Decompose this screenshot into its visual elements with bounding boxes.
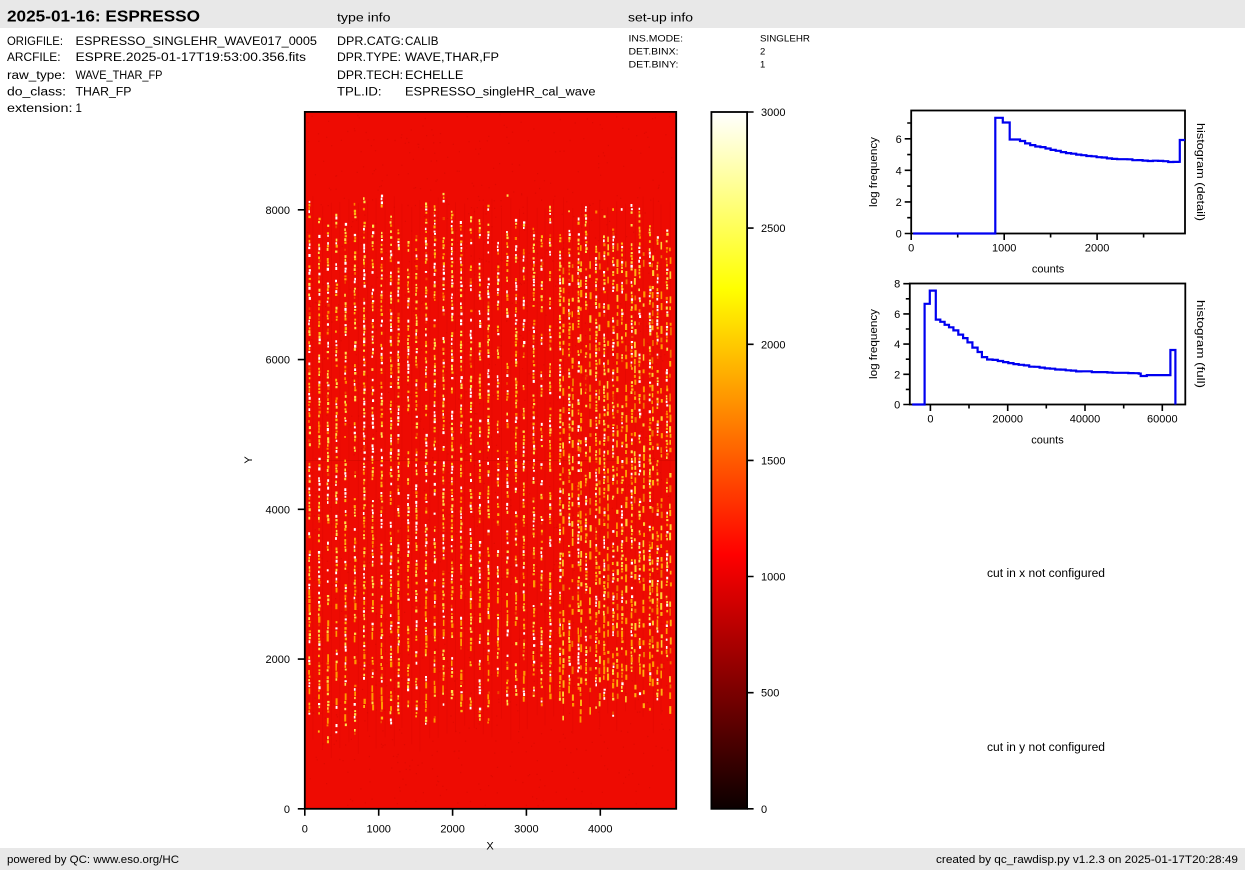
svg-text:6: 6 <box>896 134 902 146</box>
svg-text:3000: 3000 <box>761 107 785 119</box>
svg-text:powered by QC: www.eso.org/HC: powered by QC: www.eso.org/HC <box>7 854 179 866</box>
svg-text:2000: 2000 <box>440 824 464 836</box>
svg-text:cut in y not configured: cut in y not configured <box>987 742 1105 754</box>
svg-text:DPR.TYPE:: DPR.TYPE: <box>337 52 401 64</box>
svg-text:1: 1 <box>76 103 82 115</box>
svg-text:20000: 20000 <box>992 414 1023 426</box>
svg-text:1000: 1000 <box>992 243 1016 255</box>
svg-text:4: 4 <box>896 165 902 177</box>
svg-text:2000: 2000 <box>1085 243 1109 255</box>
svg-text:log frequency: log frequency <box>868 308 880 379</box>
svg-text:2000: 2000 <box>266 654 290 666</box>
svg-text:counts: counts <box>1031 435 1064 447</box>
svg-text:2: 2 <box>760 47 765 58</box>
svg-text:extension:: extension: <box>7 103 73 115</box>
svg-text:60000: 60000 <box>1147 414 1178 426</box>
svg-text:WAVE,THAR,FP: WAVE,THAR,FP <box>405 52 499 64</box>
svg-text:DPR.TECH:: DPR.TECH: <box>337 70 403 82</box>
svg-text:INS.MODE:: INS.MODE: <box>629 34 684 45</box>
svg-text:1000: 1000 <box>761 572 785 584</box>
svg-text:ESPRESSO_SINGLEHR_WAVE017_0005: ESPRESSO_SINGLEHR_WAVE017_0005 <box>76 36 318 48</box>
svg-text:1: 1 <box>760 60 765 71</box>
svg-text:type info: type info <box>337 13 391 25</box>
svg-text:ORIGFILE:: ORIGFILE: <box>7 36 63 48</box>
svg-text:4: 4 <box>894 339 900 351</box>
svg-text:40000: 40000 <box>1070 414 1101 426</box>
svg-text:X: X <box>486 841 494 853</box>
svg-text:0: 0 <box>761 804 767 816</box>
svg-text:counts: counts <box>1032 264 1065 276</box>
svg-text:WAVE_THAR_FP: WAVE_THAR_FP <box>76 70 163 82</box>
svg-text:2000: 2000 <box>761 339 785 351</box>
svg-text:raw_type:: raw_type: <box>7 70 66 82</box>
svg-text:6: 6 <box>894 309 900 321</box>
svg-text:DET.BINY:: DET.BINY: <box>629 60 679 71</box>
svg-text:TPL.ID:: TPL.ID: <box>337 87 382 99</box>
svg-text:CALIB: CALIB <box>405 36 439 48</box>
svg-text:ESPRESSO_singleHR_cal_wave: ESPRESSO_singleHR_cal_wave <box>405 87 596 99</box>
svg-text:2: 2 <box>894 369 900 381</box>
svg-text:created by qc_rawdisp.py v1.2.: created by qc_rawdisp.py v1.2.3 on 2025-… <box>936 854 1238 866</box>
svg-text:DPR.CATG:: DPR.CATG: <box>337 36 404 48</box>
svg-text:1500: 1500 <box>761 455 785 467</box>
svg-text:histogram (full): histogram (full) <box>1194 300 1206 388</box>
svg-text:log frequency: log frequency <box>868 136 880 207</box>
svg-text:ARCFILE:: ARCFILE: <box>7 52 61 64</box>
svg-text:0: 0 <box>284 804 290 816</box>
svg-text:2500: 2500 <box>761 223 785 235</box>
svg-text:500: 500 <box>761 688 779 700</box>
svg-text:ESPRE.2025-01-17T19:53:00.356.: ESPRE.2025-01-17T19:53:00.356.fits <box>76 52 307 64</box>
svg-text:3000: 3000 <box>514 824 538 836</box>
svg-text:2025-01-16: ESPRESSO: 2025-01-16: ESPRESSO <box>7 9 200 26</box>
svg-text:SINGLEHR: SINGLEHR <box>760 34 810 45</box>
svg-text:0: 0 <box>908 243 914 255</box>
svg-text:0: 0 <box>927 414 933 426</box>
svg-text:0: 0 <box>896 229 902 241</box>
svg-text:8: 8 <box>894 279 900 291</box>
svg-text:Y: Y <box>243 456 255 464</box>
svg-text:set-up info: set-up info <box>628 13 693 25</box>
svg-text:2: 2 <box>896 197 902 209</box>
svg-text:1000: 1000 <box>366 824 390 836</box>
svg-text:0: 0 <box>302 824 308 836</box>
svg-text:8000: 8000 <box>266 205 290 217</box>
svg-text:ECHELLE: ECHELLE <box>405 70 464 82</box>
svg-text:cut in x not configured: cut in x not configured <box>987 568 1105 580</box>
svg-text:4000: 4000 <box>588 824 612 836</box>
svg-text:4000: 4000 <box>266 504 290 516</box>
svg-text:THAR_FP: THAR_FP <box>76 87 132 99</box>
svg-text:histogram (detail): histogram (detail) <box>1194 123 1206 221</box>
svg-text:6000: 6000 <box>266 355 290 367</box>
svg-text:do_class:: do_class: <box>7 87 66 99</box>
svg-text:0: 0 <box>894 400 900 412</box>
svg-text:DET.BINX:: DET.BINX: <box>629 47 679 58</box>
